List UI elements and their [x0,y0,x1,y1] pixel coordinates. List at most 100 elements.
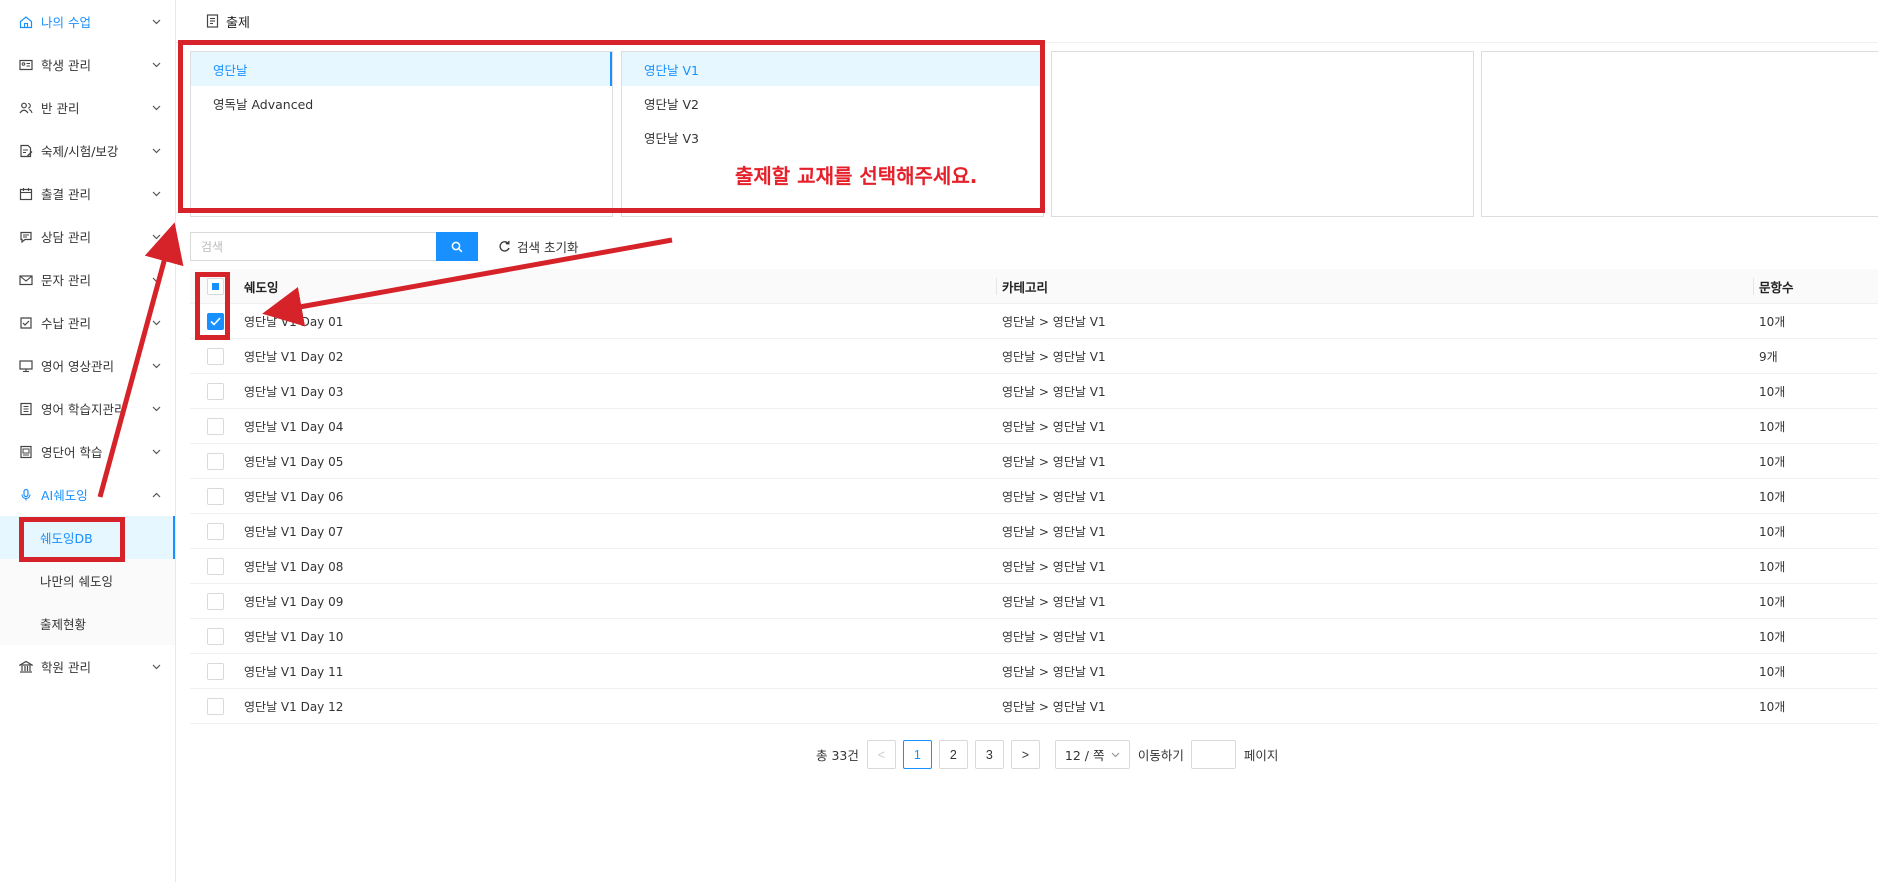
panel-2-option-2[interactable]: 영단날 V3 [622,120,1043,154]
row-checkbox[interactable] [206,382,224,400]
row-checkbox-cell [190,479,240,513]
row-category: 영단날 > 영단날 V1 [1002,314,1106,329]
table-row[interactable]: 영단날 V1 Day 05 영단날 > 영단날 V1 10개 [190,444,1878,479]
chevron-right-icon: > [1021,747,1030,762]
sidebar-item-3[interactable]: 숙제/시험/보강 [0,129,175,172]
row-checkbox-cell [190,514,240,548]
search-reset-button[interactable]: 검색 초기화 [498,237,578,256]
row-category: 영단날 > 영단날 V1 [1002,629,1106,644]
page-button-1[interactable]: 1 [902,740,932,769]
row-checkbox-cell [190,409,240,443]
panel-2-option-0[interactable]: 영단날 V1 [622,52,1043,86]
panel-2-option-1[interactable]: 영단날 V2 [622,86,1043,120]
row-name: 영단날 V1 Day 04 [244,419,344,434]
sidebar-item-1[interactable]: 학생 관리 [0,43,175,86]
reset-label: 검색 초기화 [517,240,579,255]
page-button-2[interactable]: 2 [938,740,968,769]
next-page-button[interactable]: > [1010,740,1040,769]
sidebar-item-label: 영어 학습지관리 [41,402,126,417]
page-size-select[interactable]: 12 / 쪽 [1054,740,1130,769]
row-checkbox-cell [190,374,240,408]
row-count: 10개 [1759,594,1786,609]
row-count: 10개 [1759,629,1786,644]
chevron-down-icon [151,232,161,242]
row-checkbox[interactable] [206,697,224,715]
ai-shadowing-submenu: 쉐도잉DB 나만의 쉐도잉 출제현황 [0,516,175,645]
row-checkbox-cell [190,549,240,583]
chevron-down-icon [151,404,161,414]
table-row[interactable]: 영단날 V1 Day 02 영단날 > 영단날 V1 9개 [190,339,1878,374]
row-name: 영단날 V1 Day 12 [244,699,344,714]
row-name: 영단날 V1 Day 06 [244,489,344,504]
sidebar-item-2[interactable]: 반 관리 [0,86,175,129]
row-checkbox[interactable] [206,557,224,575]
row-checkbox[interactable] [206,592,224,610]
sidebar-item-label: 상담 관리 [41,230,91,245]
sidebar-item-6[interactable]: 문자 관리 [0,258,175,301]
chevron-down-icon [151,189,161,199]
table-row[interactable]: 영단날 V1 Day 09 영단날 > 영단날 V1 10개 [190,584,1878,619]
home-icon [18,14,33,29]
row-checkbox[interactable] [206,452,224,470]
table-row[interactable]: 영단날 V1 Day 10 영단날 > 영단날 V1 10개 [190,619,1878,654]
row-count: 10개 [1759,384,1786,399]
page-button-3[interactable]: 3 [974,740,1004,769]
panel-1-option-0[interactable]: 영단날 [191,52,612,86]
row-category: 영단날 > 영단날 V1 [1002,384,1106,399]
row-checkbox[interactable] [206,627,224,645]
table-row[interactable]: 영단날 V1 Day 11 영단날 > 영단날 V1 10개 [190,654,1878,689]
sidebar-item-9[interactable]: 영어 학습지관리 [0,387,175,430]
sidebar-item-8[interactable]: 영어 영상관리 [0,344,175,387]
row-name: 영단날 V1 Day 10 [244,629,344,644]
row-count: 10개 [1759,314,1786,329]
search-button[interactable] [436,232,478,261]
sidebar: 나의 수업 학생 관리반 관리숙제/시험/보강출결 관리상담 관리문자 관리 수납 … [0,0,176,882]
panel-1-option-1[interactable]: 영독날 Advanced [191,86,612,120]
empty-panel-3 [1051,51,1474,217]
table-row[interactable]: 영단날 V1 Day 07 영단날 > 영단날 V1 10개 [190,514,1878,549]
row-checkbox[interactable] [206,347,224,365]
chevron-down-icon [151,361,161,371]
table-row[interactable]: 영단날 V1 Day 12 영단날 > 영단날 V1 10개 [190,689,1878,724]
row-category: 영단날 > 영단날 V1 [1002,559,1106,574]
row-name: 영단날 V1 Day 02 [244,349,344,364]
sidebar-item-11[interactable]: AI쉐도잉 [0,473,175,516]
submenu-item-0[interactable]: 쉐도잉DB [0,516,175,559]
sidebar-item-7[interactable]: 수납 관리 [0,301,175,344]
row-checkbox[interactable] [206,487,224,505]
table-row[interactable]: 영단날 V1 Day 06 영단날 > 영단날 V1 10개 [190,479,1878,514]
check-icon [209,316,221,326]
document-edit-icon [18,143,33,158]
sidebar-item-label: 반 관리 [41,101,80,116]
row-name: 영단날 V1 Day 01 [244,314,344,329]
select-all-checkbox[interactable] [206,277,224,295]
page-jump-input[interactable] [1190,740,1236,769]
page-size-value: 12 / 쪽 [1064,748,1105,763]
row-name: 영단날 V1 Day 11 [244,664,344,679]
sidebar-item-0[interactable]: 나의 수업 [0,0,175,43]
row-checkbox[interactable] [206,417,224,435]
sidebar-item-5[interactable]: 상담 관리 [0,215,175,258]
submenu-item-1[interactable]: 나만의 쉐도잉 [0,559,175,602]
prev-page-button[interactable]: < [866,740,896,769]
row-checkbox[interactable] [206,522,224,540]
row-category: 영단날 > 영단날 V1 [1002,489,1106,504]
sidebar-item-academy[interactable]: 학원 관리 [0,645,175,688]
sidebar-item-4[interactable]: 출결 관리 [0,172,175,215]
table-row[interactable]: 영단날 V1 Day 08 영단날 > 영단날 V1 10개 [190,549,1878,584]
sidebar-item-label: 숙제/시험/보강 [41,144,119,159]
book-category-panel: 영단날 영독날 Advanced [190,51,613,217]
submenu-item-2[interactable]: 출제현황 [0,602,175,645]
sidebar-item-10[interactable]: 영단어 학습 [0,430,175,473]
search-input[interactable] [190,232,436,261]
row-checkbox[interactable] [206,312,224,330]
row-category: 영단날 > 영단날 V1 [1002,699,1106,714]
table-row[interactable]: 영단날 V1 Day 04 영단날 > 영단날 V1 10개 [190,409,1878,444]
table-row[interactable]: 영단날 V1 Day 01 영단날 > 영단날 V1 10개 [190,304,1878,339]
jump-suffix: 페이지 [1243,748,1279,763]
empty-panel-4 [1481,51,1878,217]
row-count: 10개 [1759,699,1786,714]
table-row[interactable]: 영단날 V1 Day 03 영단날 > 영단날 V1 10개 [190,374,1878,409]
row-checkbox[interactable] [206,662,224,680]
worksheet-icon [18,401,33,416]
